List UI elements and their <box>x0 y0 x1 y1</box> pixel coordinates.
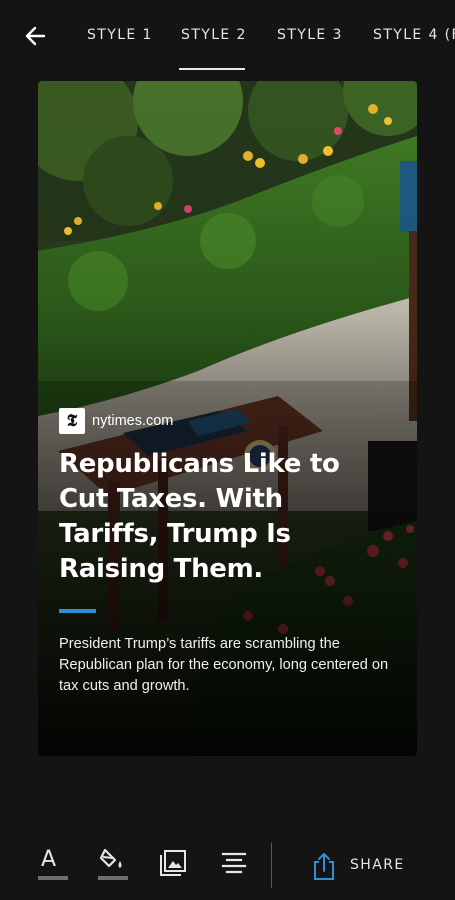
nyt-logo-icon: 𝕿 <box>59 407 85 434</box>
text-color-swatch <box>38 876 68 880</box>
background-color-button[interactable] <box>98 847 128 883</box>
back-arrow-icon <box>25 26 46 46</box>
bottom-toolbar: A SHARE <box>0 830 455 900</box>
story-share-screen: STYLE 1 STYLE 2 STYLE 3 STYLE 4 (F 𝕿 nyt… <box>0 0 455 900</box>
style-tab-bar: STYLE 1 STYLE 2 STYLE 3 STYLE 4 (F <box>0 0 455 72</box>
background-color-swatch <box>98 876 128 880</box>
image-gallery-icon <box>160 850 186 876</box>
story-summary: President Trump’s tariffs are scrambling… <box>59 636 389 694</box>
story-card-preview: 𝕿 nytimes.com Republicans Like to Cut Ta… <box>38 81 417 756</box>
share-icon <box>314 853 334 880</box>
selected-tab-indicator <box>179 68 245 70</box>
source-attribution: 𝕿 nytimes.com <box>59 407 173 434</box>
text-style-button[interactable]: A <box>38 847 68 883</box>
text-format-icon: A <box>41 847 57 872</box>
story-headline: Republicans Like to Cut Taxes. With Tari… <box>59 449 340 584</box>
share-icon-button[interactable] <box>311 851 337 881</box>
tab-style-2[interactable]: STYLE 2 <box>181 27 247 47</box>
back-button[interactable] <box>20 20 52 52</box>
share-button[interactable]: SHARE <box>350 857 405 873</box>
fill-color-icon <box>99 848 122 868</box>
image-button[interactable] <box>158 848 188 878</box>
tab-style-1[interactable]: STYLE 1 <box>87 27 153 47</box>
text-alignment-button[interactable] <box>220 849 248 877</box>
source-domain: nytimes.com <box>92 412 174 429</box>
accent-divider <box>59 609 96 613</box>
toolbar-divider <box>271 843 272 888</box>
tab-style-3[interactable]: STYLE 3 <box>277 27 343 47</box>
align-center-icon <box>221 852 247 874</box>
tab-style-4[interactable]: STYLE 4 (F <box>373 27 455 47</box>
